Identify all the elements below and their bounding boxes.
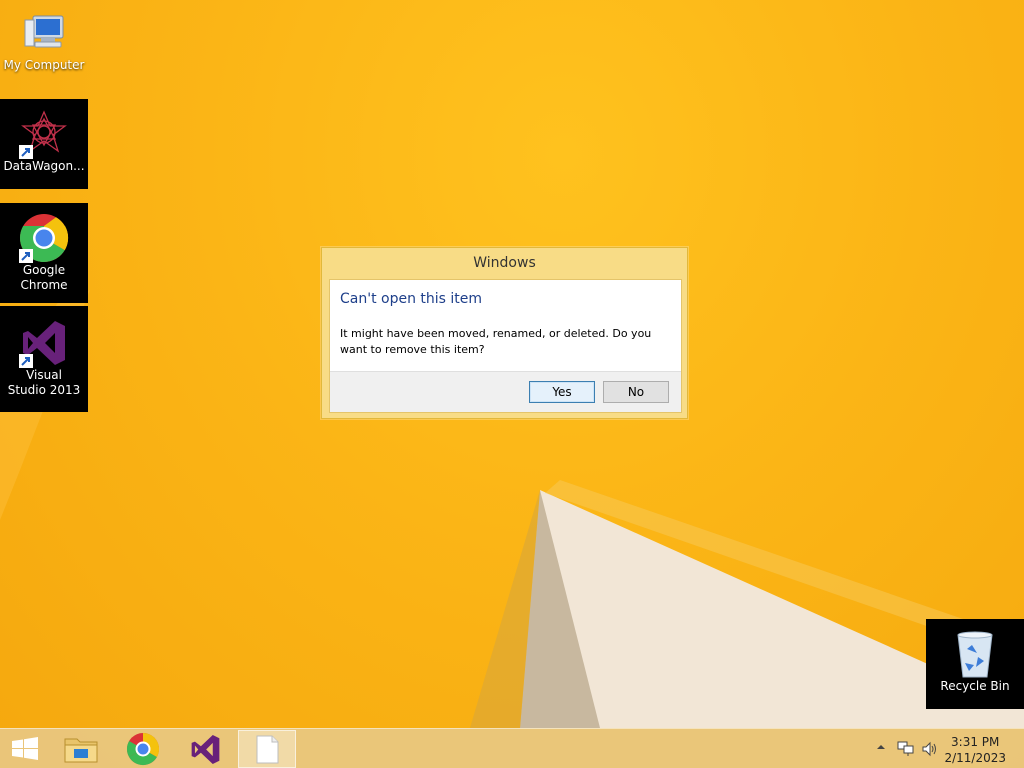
no-button[interactable]: No	[603, 381, 669, 403]
desktop-icon-my-computer[interactable]: My Computer	[0, 8, 88, 78]
desktop-icon-datawagon[interactable]: DataWagon...	[0, 99, 88, 189]
taskbar: 3:31 PM 2/11/2023	[0, 728, 1024, 768]
show-hidden-icons-icon[interactable]	[875, 741, 887, 753]
desktop-icon-visual-studio-2013[interactable]: Visual Studio 2013	[0, 306, 88, 412]
network-icon[interactable]	[897, 741, 915, 757]
desktop-icon-recycle-bin[interactable]: Recycle Bin	[926, 619, 1024, 709]
recycle-bin-icon	[957, 631, 993, 678]
taskbar-visual-studio[interactable]	[180, 730, 230, 768]
desktop: My Computer DataWagon... Google Chrome V…	[0, 0, 1024, 768]
visual-studio-icon	[191, 734, 220, 765]
datawagon-icon	[19, 110, 67, 159]
blank-document-icon	[256, 735, 279, 764]
desktop-icon-label: Recycle Bin	[940, 679, 1010, 693]
dialog-message: It might have been moved, renamed, or de…	[340, 327, 652, 356]
volume-icon[interactable]	[921, 741, 939, 757]
yes-button[interactable]: Yes	[529, 381, 595, 403]
clock-date: 2/11/2023	[944, 751, 1006, 765]
windows-start-icon	[12, 737, 38, 760]
chrome-icon	[126, 732, 160, 766]
dialog-content: Can't open this item It might have been …	[329, 279, 682, 413]
taskbar-file-explorer[interactable]	[56, 730, 106, 768]
dialog-heading: Can't open this item	[340, 291, 483, 307]
visual-studio-icon	[19, 321, 65, 368]
desktop-icon-label: DataWagon...	[3, 159, 85, 173]
desktop-icon-google-chrome[interactable]: Google Chrome	[0, 203, 88, 303]
taskbar-chrome[interactable]	[118, 730, 168, 768]
desktop-icon-label: Visual Studio 2013	[7, 368, 81, 397]
start-button[interactable]	[2, 730, 48, 768]
desktop-icon-label: My Computer	[3, 58, 85, 72]
computer-icon	[24, 15, 64, 48]
taskbar-open-document[interactable]	[238, 730, 296, 768]
desktop-icon-label: Google Chrome	[20, 263, 68, 292]
dialog-title[interactable]: Windows	[322, 248, 687, 279]
file-explorer-icon	[64, 738, 98, 763]
clock[interactable]: 3:31 PM 2/11/2023	[944, 734, 1006, 766]
chrome-icon	[19, 214, 69, 263]
error-dialog: Windows Can't open this item It might ha…	[321, 247, 688, 419]
clock-time: 3:31 PM	[951, 735, 1000, 749]
dialog-button-bar: Yes No	[330, 371, 681, 412]
